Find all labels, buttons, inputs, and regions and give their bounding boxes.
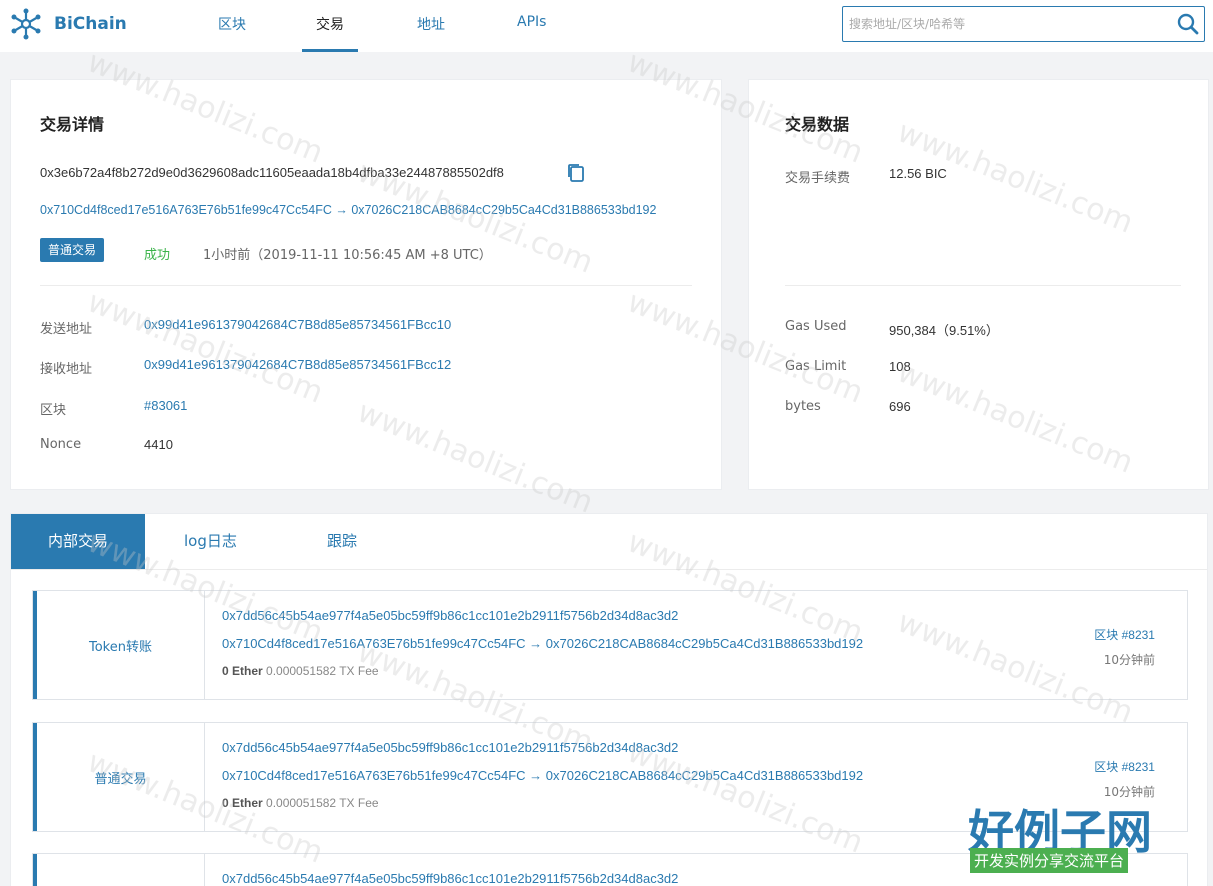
fee-label: 交易手续费: [785, 171, 851, 186]
tx-type-label: Token转账: [33, 591, 205, 699]
block-link[interactable]: #83061: [144, 398, 187, 413]
top-nav-bar: BiChain 区块 交易 地址 APIs: [0, 0, 1213, 52]
tx-route-link[interactable]: 0x710Cd4f8ced17e516A763E76b51fe99c47Cc54…: [40, 203, 656, 217]
tx-route-link[interactable]: 0x710Cd4f8ced17e516A763E76b51fe99c47Cc54…: [222, 768, 863, 783]
tx-hash-link[interactable]: 0x7dd56c45b54ae977f4a5e05bc59ff9b86c1cc1…: [222, 740, 678, 755]
tx-fee-value: 0.000051582 TX Fee: [266, 796, 379, 810]
block-label: 区块: [40, 403, 67, 418]
list-item[interactable]: Token转账 0x7dd56c45b54ae977f4a5e05bc59ff9…: [32, 590, 1188, 700]
search-box: [842, 6, 1205, 42]
site-watermark-logo: 好例子网 开发实例分享交流平台: [968, 796, 1172, 880]
tx-hash: 0x3e6b72a4f8b272d9e0d3629608adc11605eaad…: [40, 165, 504, 180]
tx-type-label: 普通交易: [33, 723, 205, 831]
nav-blocks[interactable]: 区块: [218, 14, 246, 52]
status-badge: 成功: [144, 248, 171, 263]
copy-icon[interactable]: [566, 163, 586, 183]
tx-amount: 0 Ether: [222, 664, 263, 678]
tx-amount: 0 Ether: [222, 796, 263, 810]
tab-internal-tx[interactable]: 内部交易: [11, 514, 145, 569]
gas-limit-value: 108: [889, 359, 911, 374]
divider: [785, 285, 1181, 286]
fee-value: 12.56 BIC: [889, 166, 947, 181]
tab-trace[interactable]: 跟踪: [327, 514, 357, 569]
gas-used-value: 950,384（9.51%）: [889, 323, 999, 338]
watermark-brand-tagline: 开发实例分享交流平台: [970, 848, 1129, 873]
nav-apis[interactable]: APIs: [517, 14, 546, 52]
nav-addresses[interactable]: 地址: [417, 14, 445, 52]
tx-timestamp: 1小时前（2019-11-11 10:56:45 AM +8 UTC）: [203, 248, 492, 263]
tx-block-link[interactable]: 区块 #8231: [1094, 626, 1155, 643]
details-title: 交易详情: [40, 115, 105, 134]
tx-fee-value: 0.000051582 TX Fee: [266, 664, 379, 678]
tab-logs[interactable]: log日志: [184, 514, 237, 569]
tx-hash-link[interactable]: 0x7dd56c45b54ae977f4a5e05bc59ff9b86c1cc1…: [222, 608, 678, 623]
search-input[interactable]: [843, 7, 1163, 41]
brand-name: BiChain: [54, 14, 127, 34]
brand-logo[interactable]: BiChain: [10, 8, 127, 40]
tx-block-link[interactable]: 区块 #8231: [1094, 758, 1155, 775]
tx-fee: 0 Ether 0.000051582 TX Fee: [222, 664, 379, 678]
tx-time-ago: 10分钟前: [1103, 653, 1155, 667]
bytes-value: 696: [889, 399, 911, 414]
transaction-data-card: 交易数据 交易手续费 12.56 BIC Gas Used 950,384（9.…: [748, 79, 1209, 490]
gas-used-label: Gas Used: [785, 319, 847, 334]
receiver-address-link[interactable]: 0x99d41e961379042684C7B8d85e85734561FBcc…: [144, 357, 451, 372]
tx-route-link[interactable]: 0x710Cd4f8ced17e516A763E76b51fe99c47Cc54…: [222, 636, 863, 651]
tx-fee: 0 Ether 0.000051582 TX Fee: [222, 796, 379, 810]
sender-label: 发送地址: [40, 322, 93, 337]
tx-hash-link[interactable]: 0x7dd56c45b54ae977f4a5e05bc59ff9b86c1cc1…: [222, 871, 678, 886]
txdata-title: 交易数据: [785, 115, 850, 134]
tab-divider: [11, 569, 1207, 570]
receiver-label: 接收地址: [40, 362, 93, 377]
tx-type-label: [33, 854, 205, 886]
divider: [40, 285, 692, 286]
tx-type-badge: 普通交易: [40, 238, 105, 262]
sender-address-link[interactable]: 0x99d41e961379042684C7B8d85e85734561FBcc…: [144, 317, 451, 332]
nav-transactions[interactable]: 交易: [302, 14, 358, 52]
search-icon[interactable]: [1176, 12, 1200, 36]
nonce-label: Nonce: [40, 437, 82, 452]
nonce-value: 4410: [144, 437, 173, 452]
bichain-logo-icon: [11, 8, 41, 40]
gas-limit-label: Gas Limit: [785, 359, 847, 374]
bytes-label: bytes: [785, 399, 821, 414]
transaction-details-card: 交易详情 0x3e6b72a4f8b272d9e0d3629608adc1160…: [10, 79, 722, 490]
